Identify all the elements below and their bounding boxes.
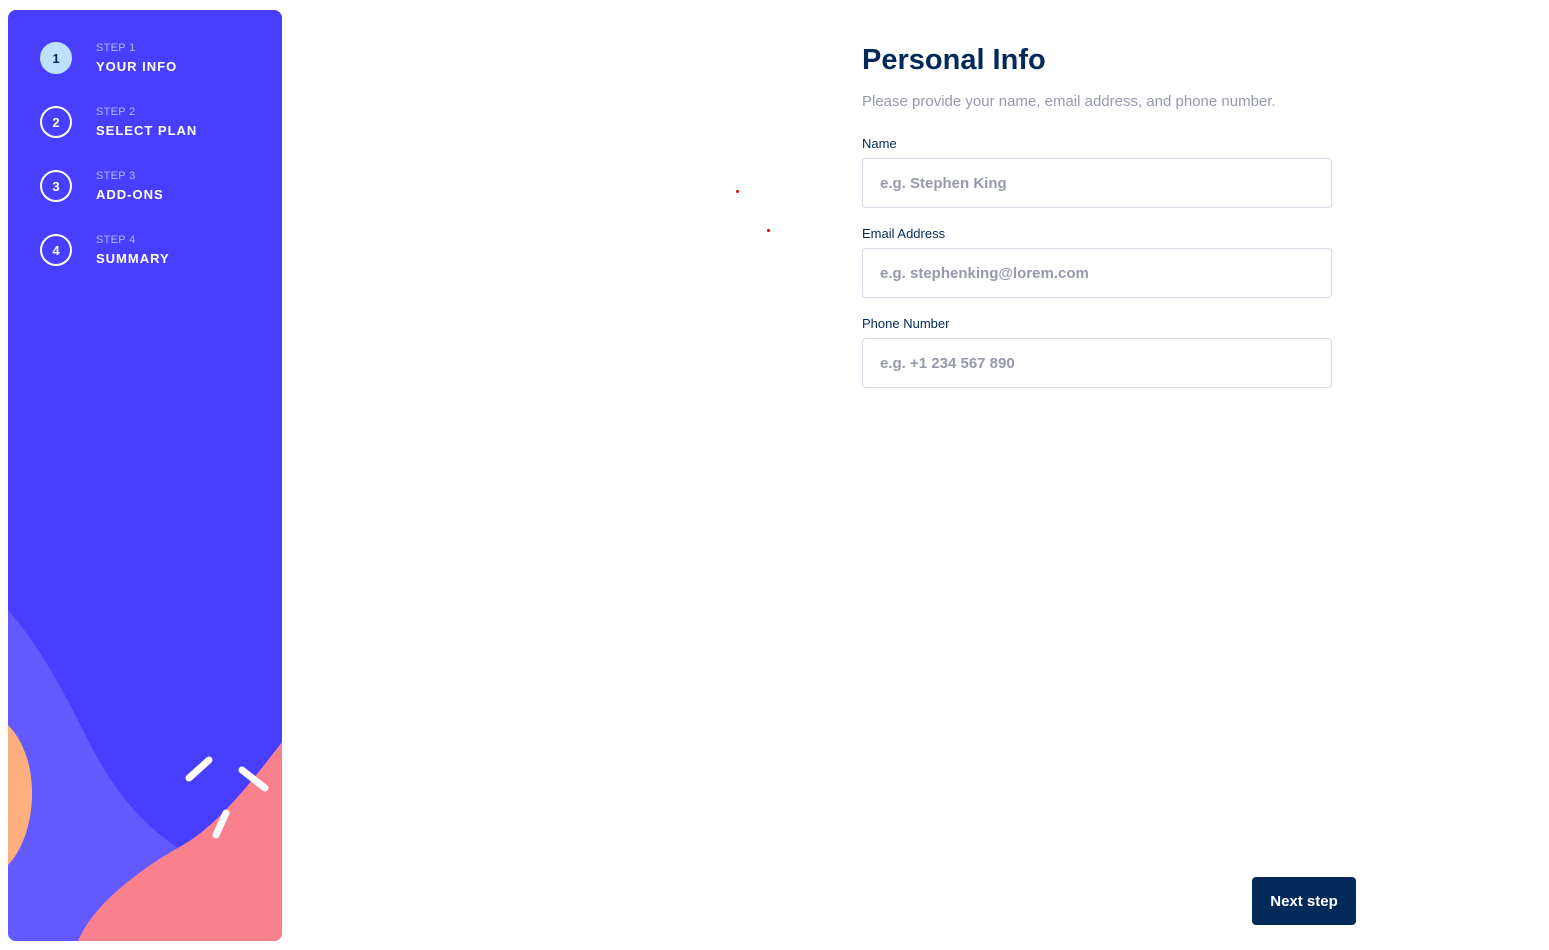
page-title: Personal Info [862, 44, 1046, 76]
personal-info-form: Personal Info Please provide your name, … [862, 40, 1332, 388]
step-title: SUMMARY [96, 250, 170, 266]
step-text: STEP 3 ADD-ONS [96, 169, 164, 204]
email-input[interactable] [862, 248, 1332, 298]
next-step-button[interactable]: Next step [1252, 877, 1356, 925]
step-number-badge: 3 [40, 170, 72, 202]
step-kicker: STEP 2 [96, 105, 136, 118]
step-title: ADD-ONS [96, 186, 164, 202]
step-kicker: STEP 3 [96, 169, 136, 182]
page-subtitle: Please provide your name, email address,… [862, 93, 1276, 110]
red-dot [736, 190, 739, 193]
step-title: SELECT PLAN [96, 122, 198, 138]
name-label: Name [862, 136, 897, 151]
step-item-your-info[interactable]: 1 STEP 1 YOUR INFO [40, 40, 270, 76]
step-number-badge: 1 [40, 42, 72, 74]
step-item-add-ons[interactable]: 3 STEP 3 ADD-ONS [40, 168, 270, 204]
name-input[interactable] [862, 158, 1332, 208]
step-number-badge: 4 [40, 234, 72, 266]
name-field-group: Name [862, 136, 1332, 208]
step-kicker: STEP 4 [96, 233, 136, 246]
red-dot [767, 229, 770, 232]
step-kicker: STEP 1 [96, 41, 136, 54]
email-label: Email Address [862, 226, 946, 241]
sidebar: 1 STEP 1 YOUR INFO 2 STEP 2 SELECT PLAN … [8, 10, 282, 941]
multi-step-form-page: 1 STEP 1 YOUR INFO 2 STEP 2 SELECT PLAN … [0, 0, 1549, 950]
step-title: YOUR INFO [96, 58, 178, 74]
sparkle-line [185, 756, 213, 782]
step-item-summary[interactable]: 4 STEP 4 SUMMARY [40, 232, 270, 268]
step-text: STEP 2 SELECT PLAN [96, 105, 197, 140]
step-list: 1 STEP 1 YOUR INFO 2 STEP 2 SELECT PLAN … [40, 40, 270, 296]
phone-label: Phone Number [862, 316, 950, 331]
step-text: STEP 4 SUMMARY [96, 233, 170, 268]
email-field-group: Email Address [862, 226, 1332, 298]
step-number-badge: 2 [40, 106, 72, 138]
step-item-select-plan[interactable]: 2 STEP 2 SELECT PLAN [40, 104, 270, 140]
step-text: STEP 1 YOUR INFO [96, 41, 177, 76]
phone-input[interactable] [862, 338, 1332, 388]
phone-field-group: Phone Number [862, 316, 1332, 388]
